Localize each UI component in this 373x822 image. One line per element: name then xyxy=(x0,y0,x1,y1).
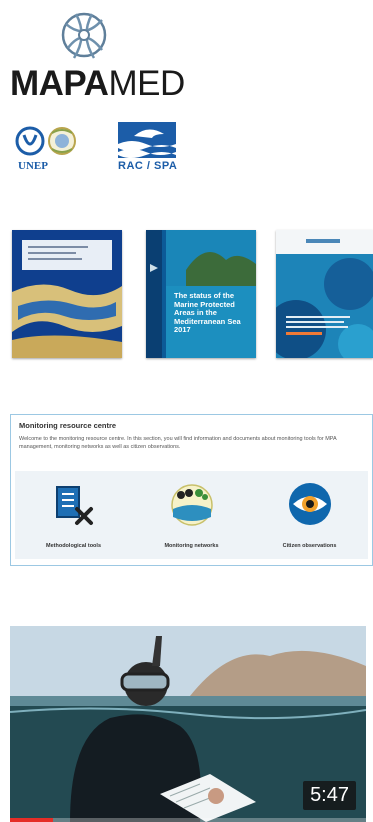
panel-description: Welcome to the monitoring resource centr… xyxy=(19,436,337,450)
monitoring-resource-panel: Monitoring resource centre Welcome to th… xyxy=(10,414,373,566)
tile-label: Citizen observations xyxy=(282,543,337,549)
tile-monitoring-networks[interactable]: Monitoring networks xyxy=(133,471,250,559)
cover-map-illustration xyxy=(12,240,122,358)
network-icon xyxy=(171,484,213,526)
publication-title: The status of the Marine Protected Areas… xyxy=(174,291,241,334)
publication-cover[interactable]: The status of the Marine Protected Areas… xyxy=(146,230,256,358)
video-progress-fill xyxy=(10,818,53,822)
eye-icon xyxy=(289,483,331,525)
racspa-logo-icon xyxy=(118,122,176,158)
cover-abstract-illustration xyxy=(276,230,373,358)
publication-cover[interactable] xyxy=(12,230,122,358)
brand-name-bold: MAPA xyxy=(10,64,109,103)
unep-label: UNEP xyxy=(18,160,48,172)
tile-label: Methodological tools xyxy=(46,543,101,549)
tile-label: Monitoring networks xyxy=(164,543,219,549)
video-duration-badge: 5:47 xyxy=(303,781,356,810)
video-progress-bar[interactable] xyxy=(10,818,366,822)
panel-tiles: Methodological tools Monitoring networks… xyxy=(15,471,368,559)
tile-citizen-observations[interactable]: Citizen observations xyxy=(251,471,368,559)
brand-name-light: MED xyxy=(108,64,185,103)
publication-cover[interactable] xyxy=(276,230,373,358)
video-player[interactable]: 5:47 xyxy=(10,626,366,822)
mapamed-logo-icon xyxy=(61,12,107,59)
tools-icon xyxy=(56,486,93,525)
tile-methodological-tools[interactable]: Methodological tools xyxy=(15,471,132,559)
panel-title: Monitoring resource centre xyxy=(19,421,117,430)
brand-name: MAPAMED xyxy=(10,66,185,102)
racspa-label: RAC / SPA xyxy=(118,160,178,172)
